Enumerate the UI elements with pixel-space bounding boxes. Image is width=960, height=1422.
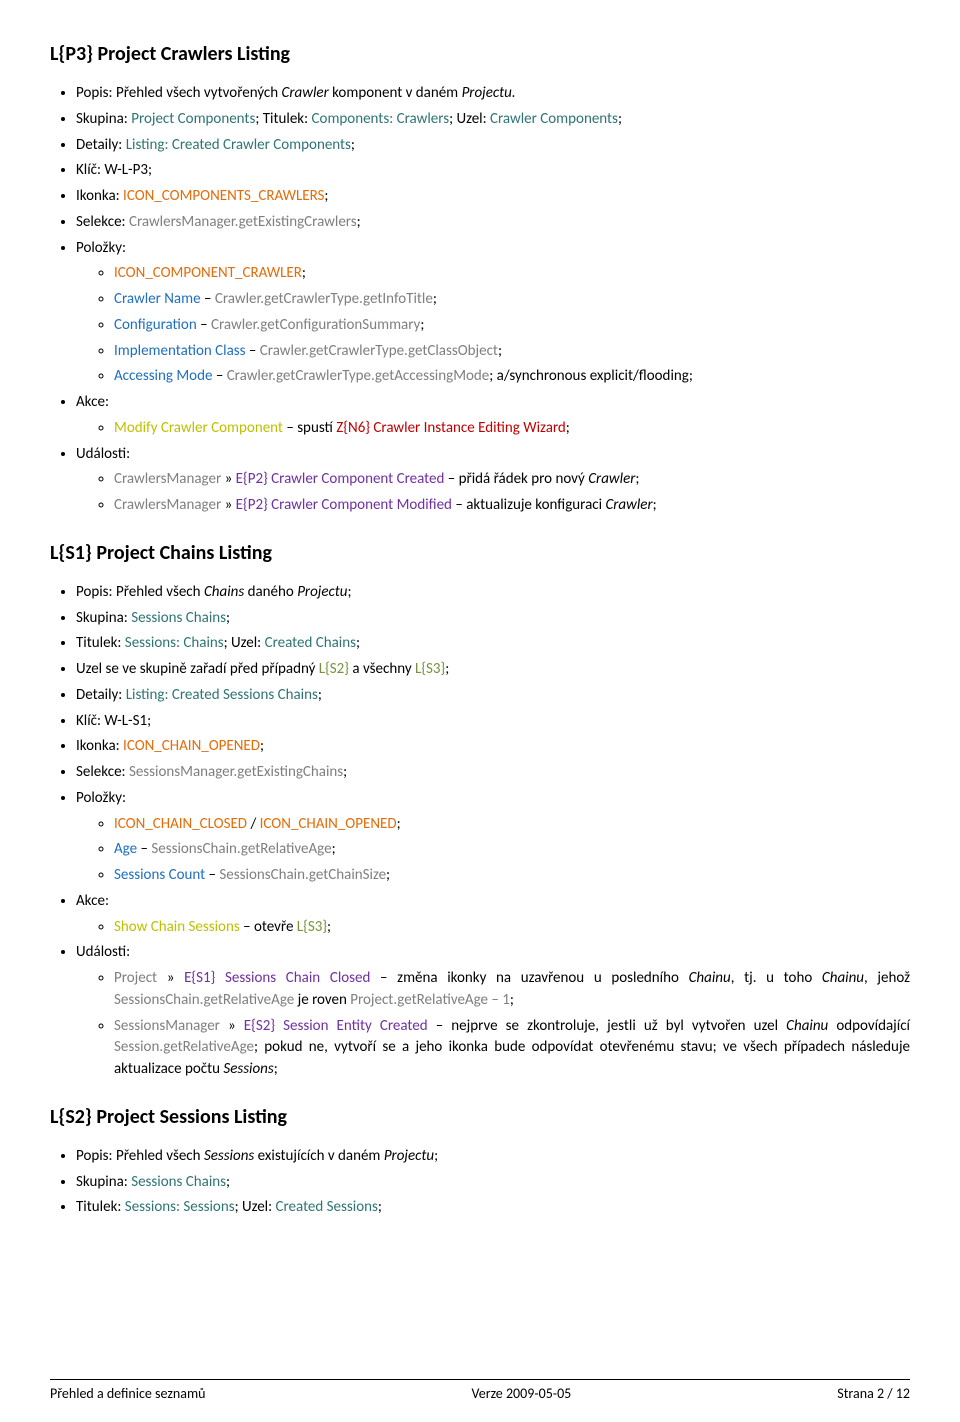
ud-b: SessionsManager » E{S2} Session Entity C… — [114, 1016, 910, 1081]
item-klic: Klíč: W-L-S1; — [76, 711, 910, 733]
item-titulek: Titulek: Sessions: Sessions; Uzel: Creat… — [76, 1197, 910, 1219]
ud-b: CrawlersManager » E{P2} Crawler Componen… — [114, 495, 910, 517]
footer-left: Přehled a definice seznamů — [50, 1384, 205, 1404]
item-udalosti: Události: CrawlersManager » E{P2} Crawle… — [76, 444, 910, 517]
list-s2: Popis: Přehled všech Sessions existující… — [76, 1146, 910, 1219]
item-popis: Popis: Přehled všech Chains daného Proje… — [76, 582, 910, 604]
heading-p3: L{P3} Project Crawlers Listing — [50, 40, 910, 69]
item-udalosti: Události: Project » E{S1} Sessions Chain… — [76, 942, 910, 1081]
pol-a: ICON_CHAIN_CLOSED / ICON_CHAIN_OPENED; — [114, 814, 910, 836]
item-popis: Popis: Přehled všech vytvořených Crawler… — [76, 83, 910, 105]
footer-right: Strana 2 / 12 — [837, 1384, 910, 1404]
pol-c: Sessions Count – SessionsChain.getChainS… — [114, 865, 910, 887]
item-polozky: Položky: ICON_COMPONENT_CRAWLER; Crawler… — [76, 238, 910, 389]
ud-a: CrawlersManager » E{P2} Crawler Componen… — [114, 469, 910, 491]
item-akce: Akce: Modify Crawler Component – spustí … — [76, 392, 910, 440]
item-popis: Popis: Přehled všech Sessions existující… — [76, 1146, 910, 1168]
item-ikonka: Ikonka: ICON_CHAIN_OPENED; — [76, 736, 910, 758]
item-polozky: Položky: ICON_CHAIN_CLOSED / ICON_CHAIN_… — [76, 788, 910, 887]
pol-a: ICON_COMPONENT_CRAWLER; — [114, 263, 910, 285]
footer: Přehled a definice seznamů Verze 2009-05… — [50, 1379, 910, 1404]
item-skupina: Skupina: Project Components; Titulek: Co… — [76, 109, 910, 131]
heading-s1: L{S1} Project Chains Listing — [50, 539, 910, 568]
item-skupina: Skupina: Sessions Chains; — [76, 1172, 910, 1194]
item-detaily: Detaily: Listing: Created Sessions Chain… — [76, 685, 910, 707]
heading-s2: L{S2} Project Sessions Listing — [50, 1103, 910, 1132]
pol-e: Accessing Mode – Crawler.getCrawlerType.… — [114, 366, 910, 388]
item-ikonka: Ikonka: ICON_COMPONENTS_CRAWLERS; — [76, 186, 910, 208]
list-p3: Popis: Přehled všech vytvořených Crawler… — [76, 83, 910, 517]
item-uzel: Uzel se ve skupině zařadí před případný … — [76, 659, 910, 681]
pol-c: Configuration – Crawler.getConfiguration… — [114, 315, 910, 337]
footer-center: Verze 2009-05-05 — [472, 1384, 572, 1404]
item-skupina: Skupina: Sessions Chains; — [76, 608, 910, 630]
item-detaily: Detaily: Listing: Created Crawler Compon… — [76, 135, 910, 157]
pol-b: Age – SessionsChain.getRelativeAge; — [114, 839, 910, 861]
list-s1: Popis: Přehled všech Chains daného Proje… — [76, 582, 910, 1081]
pol-d: Implementation Class – Crawler.getCrawle… — [114, 341, 910, 363]
ak-a: Show Chain Sessions – otevře L{S3}; — [114, 917, 910, 939]
item-akce: Akce: Show Chain Sessions – otevře L{S3}… — [76, 891, 910, 939]
ak-a: Modify Crawler Component – spustí Z{N6} … — [114, 418, 910, 440]
item-titulek: Titulek: Sessions: Chains; Uzel: Created… — [76, 633, 910, 655]
item-selekce: Selekce: SessionsManager.getExistingChai… — [76, 762, 910, 784]
ud-a: Project » E{S1} Sessions Chain Closed – … — [114, 968, 910, 1012]
pol-b: Crawler Name – Crawler.getCrawlerType.ge… — [114, 289, 910, 311]
item-klic: Klíč: W-L-P3; — [76, 160, 910, 182]
item-selekce: Selekce: CrawlersManager.getExistingCraw… — [76, 212, 910, 234]
